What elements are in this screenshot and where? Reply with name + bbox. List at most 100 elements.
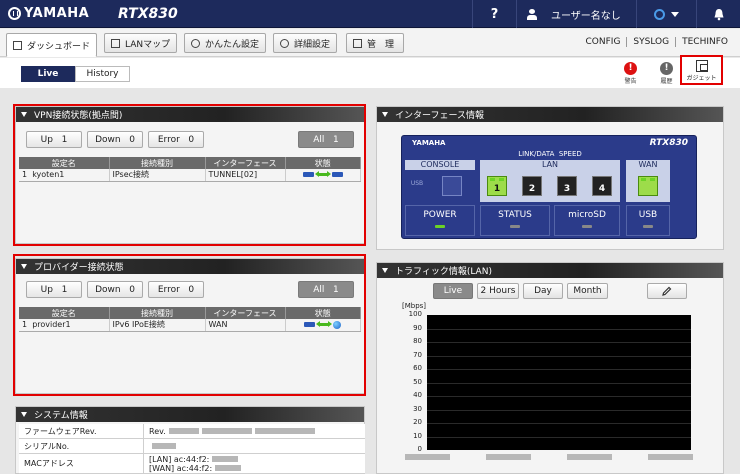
power-label: POWER	[423, 210, 457, 220]
y-tick-label: 0	[417, 445, 422, 453]
edit-graph-button[interactable]	[647, 283, 687, 299]
history-alert-label: 履歴	[660, 78, 673, 85]
warning-button[interactable]: ! 警告	[624, 62, 637, 85]
traffic-panel-header[interactable]: トラフィック情報(LAN)	[377, 263, 723, 278]
y-tick-label: 20	[413, 418, 422, 426]
link-speed-legend: LINK/DATA SPEED	[480, 150, 620, 158]
techinfo-link[interactable]: TECHINFO	[675, 37, 734, 47]
link-data-label: LINK/DATA	[518, 150, 555, 158]
nav-lanmap-label: LANマップ	[125, 39, 171, 50]
tab-live[interactable]: Live	[21, 66, 75, 82]
lan-port-2[interactable]: 2	[522, 176, 542, 196]
firmware-value: Rev.	[149, 426, 166, 436]
grid-line	[427, 382, 691, 384]
nav-wizard-button[interactable]: かんたん設定	[184, 33, 267, 53]
nav-manage-button[interactable]: 管 理	[346, 33, 404, 53]
wan-port[interactable]	[638, 176, 658, 196]
view-tabs: Live History ! 警告 ! 履歴	[0, 58, 740, 88]
traffic-panel-title: トラフィック情報(LAN)	[395, 267, 492, 277]
redacted-mask	[648, 454, 693, 460]
collapse-icon	[382, 268, 388, 273]
console-port[interactable]	[442, 176, 462, 196]
microsd-label: microSD	[568, 210, 606, 220]
nav-advanced-label: 詳細設定	[294, 39, 331, 50]
gear-icon	[280, 38, 289, 48]
redacted-mask	[405, 454, 450, 460]
lan-label: LAN	[480, 160, 620, 170]
traffic-x-axis	[405, 454, 693, 474]
redacted-mask	[212, 455, 239, 462]
interface-panel-header[interactable]: インターフェース情報	[377, 107, 723, 122]
port-number: 1	[493, 184, 501, 194]
mac-wan-value: [WAN] ac:44:f2:	[149, 463, 213, 473]
dashboard-icon	[13, 40, 22, 50]
range-live-button[interactable]: Live	[433, 283, 473, 299]
status-label: STATUS	[498, 210, 532, 220]
history-alert-button[interactable]: ! 履歴	[660, 62, 673, 85]
grid-line	[427, 328, 691, 330]
notification-button[interactable]	[696, 0, 740, 28]
collapse-icon	[382, 112, 388, 117]
y-tick-label: 70	[413, 350, 422, 359]
user-name: ユーザー名なし	[551, 10, 621, 22]
brand-text: YAMAHA	[24, 6, 90, 21]
port-number: 3	[563, 184, 571, 194]
y-tick-label: 30	[413, 404, 422, 413]
yamaha-logo: YAMAHA	[8, 6, 89, 21]
history-alert-icon: !	[660, 62, 673, 75]
tab-history[interactable]: History	[75, 66, 130, 82]
range-month-button[interactable]: Month	[567, 283, 608, 299]
pencil-icon	[662, 286, 672, 296]
lan-port-4[interactable]: 4	[592, 176, 612, 196]
syslog-link[interactable]: SYSLOG	[626, 37, 675, 47]
lan-port-1[interactable]: 1	[487, 176, 507, 196]
redacted-mask	[201, 428, 252, 434]
nav-dashboard-label: ダッシュボード	[27, 41, 91, 52]
y-tick-label: 10	[413, 431, 422, 440]
system-value: [LAN] ac:44:f2: [WAN] ac:44:f2:	[144, 454, 242, 473]
top-bar: YAMAHA RTX830 ? ユーザー名なし	[0, 0, 740, 28]
system-panel-header[interactable]: システム情報	[16, 407, 364, 422]
grid-line	[427, 409, 691, 411]
y-tick-label: 80	[413, 337, 422, 345]
system-key: ファームウェアRev.	[19, 424, 144, 438]
chevron-down-icon	[671, 11, 679, 17]
user-icon	[527, 8, 537, 20]
redacted-mask	[168, 428, 199, 434]
grid-line	[427, 355, 691, 357]
grid-line	[427, 369, 691, 370]
nav-lanmap-button[interactable]: LANマップ	[104, 33, 178, 53]
warning-label: 警告	[624, 78, 637, 85]
grid-line	[427, 436, 691, 438]
lan-port-3[interactable]: 3	[557, 176, 577, 196]
port-number: 4	[598, 184, 606, 194]
range-2hours-button[interactable]: 2 Hours	[477, 283, 519, 299]
redacted-mask	[152, 443, 176, 449]
router-brand: YAMAHA	[412, 139, 446, 147]
power-status: POWER	[405, 205, 475, 236]
redacted-mask	[254, 428, 315, 434]
yamaha-emblem-icon	[8, 7, 21, 20]
usb-led	[643, 225, 653, 228]
help-button[interactable]: ?	[472, 0, 516, 28]
user-menu[interactable]: ユーザー名なし	[516, 0, 636, 28]
language-selector[interactable]	[636, 0, 696, 28]
highlight-frame	[13, 104, 366, 246]
nav-advanced-button[interactable]: 詳細設定	[273, 33, 338, 53]
router-model: RTX830	[649, 138, 688, 148]
router-front-panel: YAMAHA RTX830 LINK/DATA SPEED CONSOLE LA…	[401, 135, 697, 239]
interface-panel-title: インターフェース情報	[395, 111, 485, 121]
config-link[interactable]: CONFIG	[580, 37, 627, 47]
redacted-mask	[215, 464, 242, 471]
y-tick-label: 100	[408, 310, 422, 318]
y-tick-label: 60	[413, 364, 422, 372]
system-row-mac: MACアドレス [LAN] ac:44:f2: [WAN] ac:44:f2:	[19, 454, 365, 474]
nav-dashboard-button[interactable]: ダッシュボード	[6, 33, 98, 57]
usb-status: USB	[626, 205, 670, 236]
highlight-frame	[13, 254, 366, 396]
redacted-mask	[486, 454, 531, 460]
y-tick-label: 50	[413, 377, 422, 386]
gadget-button[interactable]: ガジェット	[680, 55, 723, 85]
y-tick-label: 90	[413, 323, 422, 332]
range-day-button[interactable]: Day	[523, 283, 563, 299]
